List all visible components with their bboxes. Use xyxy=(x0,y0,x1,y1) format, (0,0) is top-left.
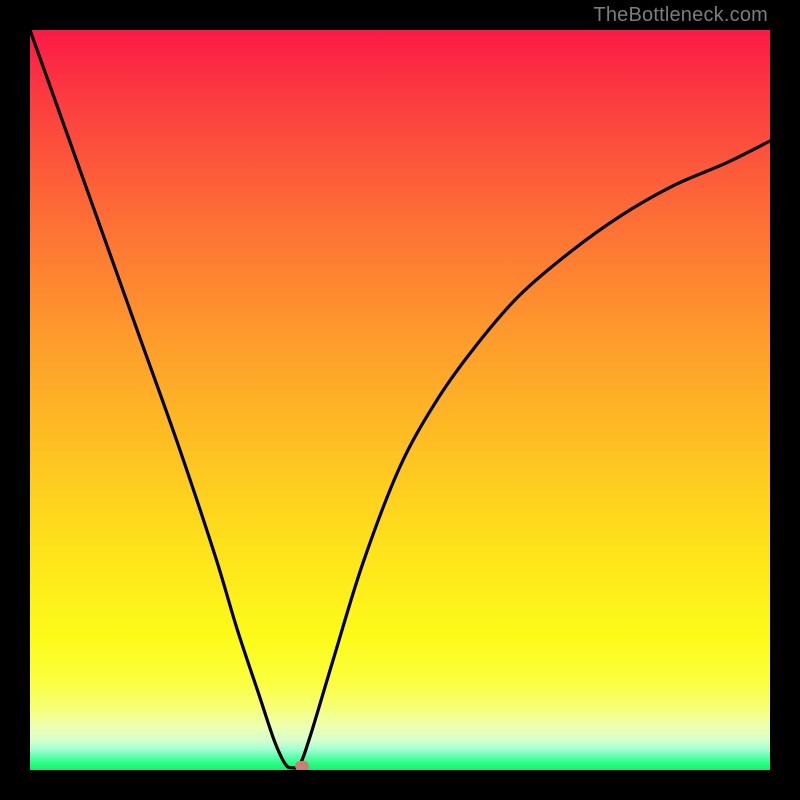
curve-svg xyxy=(30,30,770,770)
chart-frame: TheBottleneck.com xyxy=(0,0,800,800)
plot-area xyxy=(30,30,770,770)
curve-minimum-marker xyxy=(295,761,309,770)
bottleneck-curve xyxy=(30,30,770,768)
watermark-text: TheBottleneck.com xyxy=(593,4,768,27)
